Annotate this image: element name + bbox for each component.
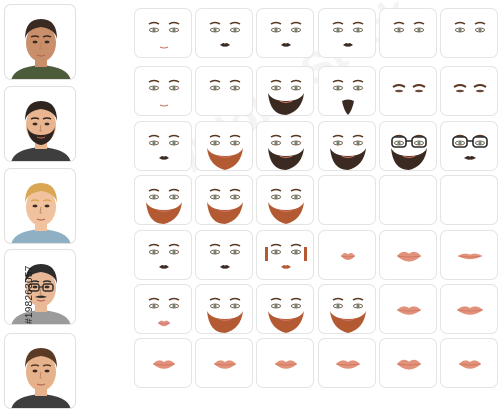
- face-part-tile-eyes-mustache-c: [134, 230, 192, 280]
- portrait-man-blond: [4, 168, 76, 244]
- face-part-tile-glasses-beard: [379, 121, 437, 171]
- face-part-tile-lips-a: [134, 338, 192, 388]
- face-part-tile-lips-small: [318, 230, 376, 280]
- face-part-tile-beard-red-goatee: [318, 284, 376, 334]
- face-part-tile-lips-d: [318, 338, 376, 388]
- portrait-man-brown-hair: [4, 333, 76, 409]
- face-part-tile-eyes-mustache-d: [195, 230, 253, 280]
- face-part-tile-beard-goatee: [318, 66, 376, 116]
- face-part-tile-beard-red-long: [134, 175, 192, 225]
- portrait-column: [0, 0, 80, 409]
- portrait-man-olive-shirt: [4, 4, 76, 80]
- face-part-tile-empty: [318, 175, 376, 225]
- face-part-tile-eyes-only-b: [440, 8, 498, 58]
- face-part-tile-beard-full-red: [195, 66, 253, 116]
- face-parts-grid: [134, 8, 498, 400]
- face-part-tile-empty: [379, 175, 437, 225]
- face-part-tile-lips-e: [379, 338, 437, 388]
- face-part-tile-beard-red-long-b: [195, 175, 253, 225]
- face-part-tile-eyes-only: [379, 8, 437, 58]
- face-part-tile-lips-wide: [440, 284, 498, 334]
- face-part-tile-beard-red-full: [256, 284, 314, 334]
- face-part-tile-beard-dark-round: [256, 121, 314, 171]
- face-part-tile-glasses-mustache: [440, 121, 498, 171]
- face-part-tile-brows-only-b: [440, 66, 498, 116]
- face-part-tile-eyes-thin-mustache: [256, 8, 314, 58]
- face-part-tile-beard-red-light: [256, 175, 314, 225]
- face-part-tile-eyes-small-mustache: [318, 8, 376, 58]
- face-part-tile-eyes-plain: [134, 66, 192, 116]
- face-part-tile-empty: [440, 175, 498, 225]
- face-part-tile-beard-dark-full: [318, 121, 376, 171]
- face-part-tile-lips-medium: [379, 284, 437, 334]
- face-part-tile-eyes-mustache-small: [134, 121, 192, 171]
- face-part-tile-lips-thin: [440, 230, 498, 280]
- face-part-tile-eyes-sideburns: [256, 230, 314, 280]
- face-part-tile-lips-full: [379, 230, 437, 280]
- face-part-tile-brows-only: [379, 66, 437, 116]
- face-part-tile-eyes-mustache: [195, 8, 253, 58]
- face-part-tile-beard-red-curly: [195, 284, 253, 334]
- face-part-tile-lips-b: [195, 338, 253, 388]
- face-part-tile-lips-c: [256, 338, 314, 388]
- face-part-tile-eyes-lips: [134, 284, 192, 334]
- face-part-tile-eyes-neutral: [134, 8, 192, 58]
- portrait-man-glasses-mustache: [4, 249, 76, 325]
- face-part-tile-beard-red-round: [195, 121, 253, 171]
- face-part-tile-lips-f: [440, 338, 498, 388]
- stock-id-label: #198263057: [24, 265, 35, 324]
- face-part-tile-beard-full-gray: [256, 66, 314, 116]
- portrait-man-beard-dark-shirt: [4, 86, 76, 162]
